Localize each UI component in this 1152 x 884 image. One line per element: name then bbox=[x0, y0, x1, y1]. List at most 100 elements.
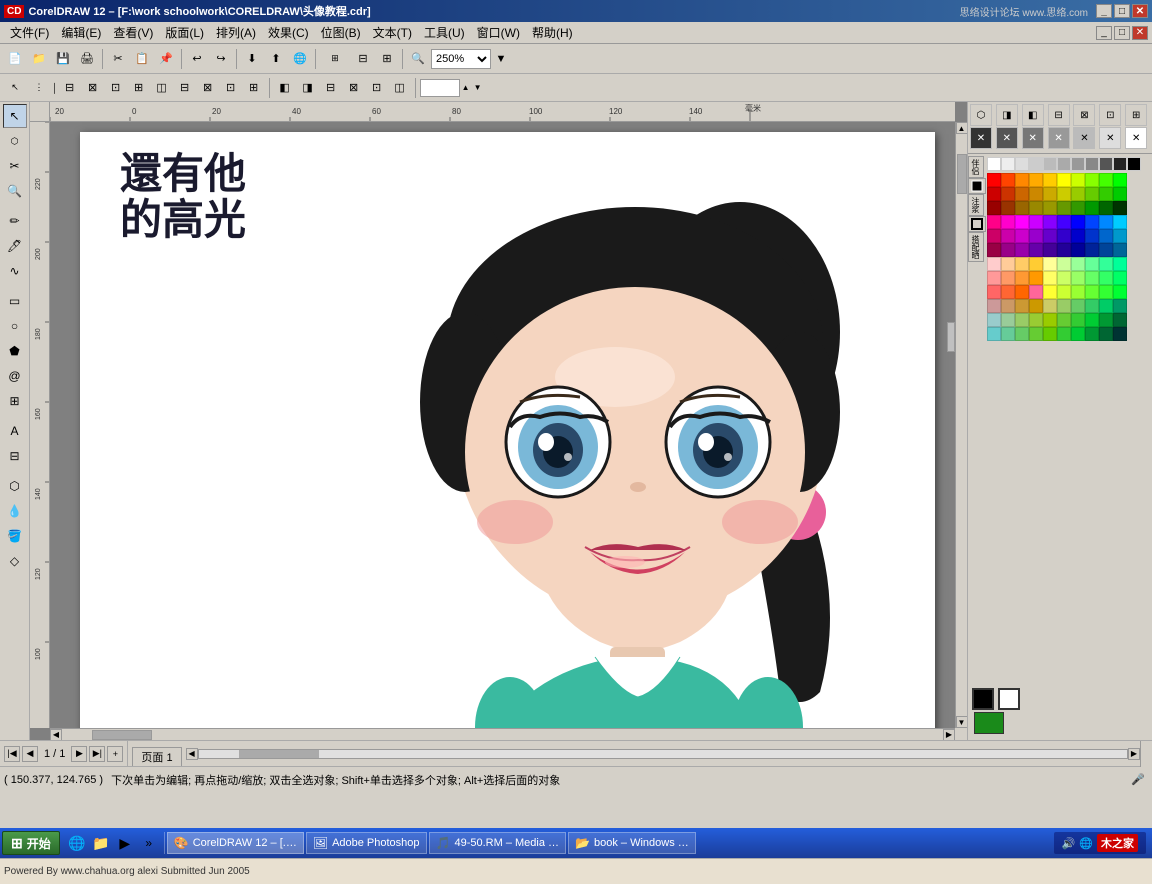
color-10-6[interactable] bbox=[1071, 313, 1085, 327]
taskbar-media[interactable]: 🎵 49-50.RM – Media … bbox=[429, 832, 567, 854]
taskbar-coreldraw[interactable]: 🎨 CorelDRAW 12 – [.… bbox=[167, 832, 304, 854]
color-9-6[interactable] bbox=[1071, 299, 1085, 313]
taskbar-photoshop[interactable]: 🖼 Adobe Photoshop bbox=[306, 832, 427, 854]
table-tool[interactable]: ⊟ bbox=[3, 444, 27, 468]
coord-btn-8[interactable]: ⊡ bbox=[220, 77, 242, 99]
coord-btn-3[interactable]: ⊡ bbox=[105, 77, 127, 99]
prop-btn-1[interactable]: ↖ bbox=[4, 77, 26, 99]
interactive-tool[interactable]: ⬡ bbox=[3, 474, 27, 498]
publish-button[interactable]: 🌐 bbox=[289, 48, 311, 70]
color-10-2[interactable] bbox=[1015, 313, 1029, 327]
freehand-tool[interactable]: ✏ bbox=[3, 209, 27, 233]
color-9-0[interactable] bbox=[987, 299, 1001, 313]
color-gray5[interactable] bbox=[1085, 157, 1099, 171]
color-11-0[interactable] bbox=[987, 327, 1001, 341]
app-close-button[interactable]: ✕ bbox=[1132, 26, 1148, 40]
color-3-2[interactable] bbox=[1015, 215, 1029, 229]
fill-tool[interactable]: 🪣 bbox=[3, 524, 27, 548]
color-8-6[interactable] bbox=[1071, 285, 1085, 299]
color-4-9[interactable] bbox=[1113, 229, 1127, 243]
color-2-6[interactable] bbox=[1071, 201, 1085, 215]
canvas-content[interactable]: 還有他 的高光 bbox=[50, 122, 955, 728]
coord-btn-5[interactable]: ◫ bbox=[151, 77, 173, 99]
smart-draw-tool[interactable]: 🖊 bbox=[3, 234, 27, 258]
scroll-h-thumb[interactable] bbox=[92, 730, 152, 740]
scroll-up-button[interactable]: ▲ bbox=[956, 122, 968, 134]
color-darkgray[interactable] bbox=[1099, 157, 1113, 171]
right-icon-6[interactable]: ⊡ bbox=[1099, 104, 1121, 126]
color-7-4[interactable] bbox=[1043, 271, 1057, 285]
menu-tools[interactable]: 工具(U) bbox=[418, 22, 471, 43]
scroll-right-button[interactable]: ▶ bbox=[943, 729, 955, 741]
outline-tool[interactable]: ◇ bbox=[3, 549, 27, 573]
text-tool[interactable]: A bbox=[3, 419, 27, 443]
print-button[interactable]: 🖨 bbox=[76, 48, 98, 70]
palette-label-2[interactable]: 注浆 bbox=[968, 194, 984, 216]
menu-layout[interactable]: 版面(L) bbox=[159, 22, 210, 43]
right-icon-3[interactable]: ◧ bbox=[1022, 104, 1044, 126]
color-1-5[interactable] bbox=[1057, 187, 1071, 201]
color-0-8[interactable] bbox=[1099, 173, 1113, 187]
size-btn-5[interactable]: ⊡ bbox=[366, 77, 388, 99]
scroll-left-button[interactable]: ◀ bbox=[50, 729, 62, 741]
color-11-1[interactable] bbox=[1001, 327, 1015, 341]
zoom-tool[interactable]: 🔍 bbox=[3, 179, 27, 203]
color-6-7[interactable] bbox=[1085, 257, 1099, 271]
color-10-4[interactable] bbox=[1043, 313, 1057, 327]
drawing-page[interactable]: 還有他 的高光 bbox=[80, 132, 935, 728]
color-7-1[interactable] bbox=[1001, 271, 1015, 285]
import-button[interactable]: ⬇ bbox=[241, 48, 263, 70]
color-7-8[interactable] bbox=[1099, 271, 1113, 285]
color-7-2[interactable] bbox=[1015, 271, 1029, 285]
color-9-2[interactable] bbox=[1015, 299, 1029, 313]
color-0-1[interactable] bbox=[1001, 173, 1015, 187]
color-0-4[interactable] bbox=[1043, 173, 1057, 187]
color-2-5[interactable] bbox=[1057, 201, 1071, 215]
color-6-6[interactable] bbox=[1071, 257, 1085, 271]
color-10-0[interactable] bbox=[987, 313, 1001, 327]
cut-button[interactable]: ✂ bbox=[107, 48, 129, 70]
open-button[interactable]: 📁 bbox=[28, 48, 50, 70]
zoom-in-button[interactable]: 🔍 bbox=[407, 48, 429, 70]
color-8-2[interactable] bbox=[1015, 285, 1029, 299]
color-6-2[interactable] bbox=[1015, 257, 1029, 271]
color-11-6[interactable] bbox=[1071, 327, 1085, 341]
color-0-7[interactable] bbox=[1085, 173, 1099, 187]
quicklaunch-media[interactable]: ▶ bbox=[114, 832, 136, 854]
coord-btn-2[interactable]: ⊠ bbox=[82, 77, 104, 99]
vertical-scrollbar[interactable]: ▲ ▼ bbox=[955, 122, 967, 728]
color-11-5[interactable] bbox=[1057, 327, 1071, 341]
menu-edit[interactable]: 编辑(E) bbox=[55, 22, 107, 43]
color-6-4[interactable] bbox=[1043, 257, 1057, 271]
color-gray4[interactable] bbox=[1071, 157, 1085, 171]
color-10-5[interactable] bbox=[1057, 313, 1071, 327]
color-5-5[interactable] bbox=[1057, 243, 1071, 257]
palette-label-3[interactable]: 搭配晒 bbox=[968, 232, 984, 262]
nudge-up[interactable]: ▲ bbox=[460, 77, 472, 99]
color-1-4[interactable] bbox=[1043, 187, 1057, 201]
color-7-3[interactable] bbox=[1029, 271, 1043, 285]
color-8-4[interactable] bbox=[1043, 285, 1057, 299]
color-4-6[interactable] bbox=[1071, 229, 1085, 243]
start-button[interactable]: ⊞ 开始 bbox=[2, 831, 60, 855]
color-4-5[interactable] bbox=[1057, 229, 1071, 243]
color-9-8[interactable] bbox=[1099, 299, 1113, 313]
color-6-1[interactable] bbox=[1001, 257, 1015, 271]
color-8-5[interactable] bbox=[1057, 285, 1071, 299]
color-0-6[interactable] bbox=[1071, 173, 1085, 187]
color-6-5[interactable] bbox=[1057, 257, 1071, 271]
zoom-dropdown[interactable]: 250% 100% 200% bbox=[431, 49, 491, 69]
color-gray3[interactable] bbox=[1057, 157, 1071, 171]
current-fill-color[interactable] bbox=[972, 688, 994, 710]
right-icon-10[interactable]: ✕ bbox=[1022, 127, 1044, 149]
prev-page-button[interactable]: ◀ bbox=[22, 746, 38, 762]
color-3-4[interactable] bbox=[1043, 215, 1057, 229]
app-restore-button[interactable]: □ bbox=[1114, 26, 1130, 40]
color-11-9[interactable] bbox=[1113, 327, 1127, 341]
color-4-7[interactable] bbox=[1085, 229, 1099, 243]
right-icon-7[interactable]: ⊞ bbox=[1125, 104, 1147, 126]
menu-arrange[interactable]: 排列(A) bbox=[210, 22, 262, 43]
color-4-1[interactable] bbox=[1001, 229, 1015, 243]
palette-icon-fill[interactable] bbox=[968, 178, 986, 194]
coord-btn-9[interactable]: ⊞ bbox=[243, 77, 265, 99]
